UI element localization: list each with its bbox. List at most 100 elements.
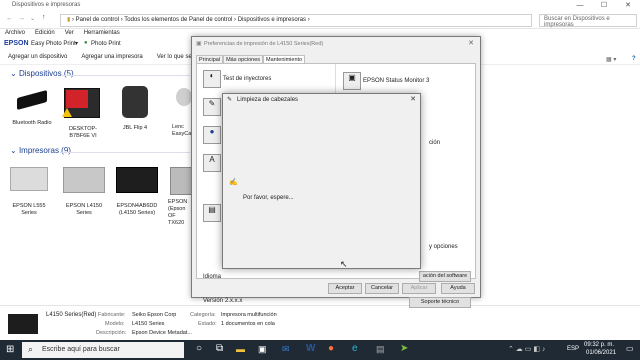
head-cleaning-icon[interactable]: ✎ bbox=[203, 98, 221, 116]
window-controls: — ☐ ✕ bbox=[568, 0, 640, 12]
cancel-button[interactable]: Cancelar bbox=[365, 283, 399, 294]
label-modelo: Modelo: bbox=[105, 321, 125, 327]
minimize-button[interactable]: — bbox=[568, 0, 592, 12]
value-modelo: L4150 Series bbox=[132, 321, 165, 327]
printer-icon bbox=[116, 167, 158, 193]
notification-icon[interactable]: ▭ bbox=[626, 344, 634, 353]
menu-herramientas[interactable]: Herramientas bbox=[84, 30, 120, 36]
cleaning-dialog-title: Limpieza de cabezales bbox=[237, 97, 299, 103]
chevron-down-icon[interactable]: ▾ bbox=[75, 40, 78, 47]
devices-section-title: Dispositivos (5) bbox=[18, 69, 74, 78]
status-monitor-label[interactable]: EPSON Status Monitor 3 bbox=[363, 78, 429, 84]
menu-edicion[interactable]: Edición bbox=[35, 30, 55, 36]
screen-image bbox=[66, 90, 88, 108]
nozzle-check-icon[interactable]: ◐ bbox=[203, 70, 221, 88]
window-titlebar: Dispositivos e impresoras — ☐ ✕ bbox=[0, 0, 640, 12]
printer-l555[interactable]: EPSON L555 Series bbox=[6, 165, 52, 217]
accept-button[interactable]: Aceptar bbox=[328, 283, 362, 294]
help-icon[interactable]: ? bbox=[632, 52, 636, 66]
printer-icon bbox=[63, 167, 105, 193]
wait-message: Por favor, espere... bbox=[243, 195, 294, 201]
nozzle-check-label[interactable]: Test de inyectores bbox=[223, 76, 271, 82]
close-icon[interactable]: ✕ bbox=[468, 39, 474, 47]
extended-settings-label: y opciones bbox=[429, 244, 458, 250]
file-explorer-icon[interactable]: ▬ bbox=[236, 344, 245, 354]
printer-label: EPSON L555 Series bbox=[12, 203, 46, 216]
crumb-devices[interactable]: Dispositivos e impresoras bbox=[238, 17, 306, 23]
print-queue-icon[interactable]: ▤ bbox=[203, 204, 221, 222]
device-jbl[interactable]: JBL Flip 4 bbox=[113, 86, 157, 136]
help-button[interactable]: Ayuda bbox=[441, 283, 475, 294]
view-options-icon[interactable]: ▦ ▾ bbox=[606, 53, 616, 67]
chevron-down-icon[interactable]: ⌄ bbox=[30, 15, 35, 22]
system-tray-icons[interactable]: ⌃ ☁ ▭ ◧ ♪ bbox=[508, 345, 545, 353]
tech-support-button[interactable]: Soporte técnico bbox=[409, 297, 471, 308]
dialog-title: Preferencias de impresión de L4150 Serie… bbox=[204, 41, 324, 47]
add-printer-button[interactable]: Agregar una impresora bbox=[81, 50, 142, 64]
warning-icon bbox=[62, 108, 72, 117]
printers-section-header[interactable]: ⌄ Impresoras (9) bbox=[10, 146, 71, 155]
cleaning-small-icon: ✎ bbox=[227, 97, 233, 103]
power-clean-icon[interactable]: ● bbox=[203, 126, 221, 144]
printer-epson-tx620[interactable]: EPSON (Epson OF TX620 bbox=[168, 165, 194, 233]
label-categoria: Categoría: bbox=[190, 312, 216, 318]
easy-photo-print-button[interactable]: Easy Photo Print bbox=[31, 41, 76, 47]
device-desktop[interactable]: DESKTOP-B7BF6E VI bbox=[60, 86, 106, 144]
alignment-icon[interactable]: A bbox=[203, 154, 221, 172]
taskbar-search-placeholder: Escribe aquí para buscar bbox=[42, 346, 120, 353]
label-descripcion: Descripción: bbox=[96, 330, 127, 336]
mouse-cursor-icon: ↖ bbox=[340, 259, 348, 269]
menu-archivo[interactable]: Archivo bbox=[5, 30, 25, 36]
devices-section-header[interactable]: ⌄ Dispositivos (5) bbox=[10, 69, 74, 78]
language-label: Idioma bbox=[203, 274, 222, 280]
epson-app-icon[interactable]: ➤ bbox=[400, 343, 408, 354]
printer-small-icon: ▣ bbox=[196, 41, 202, 47]
version-label: Versión bbox=[203, 298, 224, 304]
epson-logo: EPSON bbox=[4, 40, 29, 47]
clock-time[interactable]: 09:32 p. m. bbox=[584, 342, 614, 348]
mail-icon[interactable]: ✉ bbox=[282, 344, 290, 355]
label-estado: Estado: bbox=[198, 321, 217, 327]
crumb-panel[interactable]: Panel de control bbox=[76, 17, 119, 23]
language-indicator[interactable]: ESP bbox=[567, 346, 579, 352]
back-arrow-icon[interactable]: ← bbox=[6, 15, 13, 22]
printer-epson4ab6dd[interactable]: EPSON4AB6DD (L4150 Series) bbox=[112, 165, 162, 217]
windows-start-icon[interactable]: ⊞ bbox=[6, 344, 14, 355]
device-bluetooth[interactable]: Bluetooth Radio bbox=[10, 88, 54, 138]
task-view-icon[interactable]: ⧉ bbox=[216, 343, 223, 354]
forward-arrow-icon[interactable]: → bbox=[18, 15, 25, 22]
cortana-icon[interactable]: ○ bbox=[196, 343, 202, 354]
printer-taskbar-icon[interactable]: ▤ bbox=[376, 344, 385, 355]
value-estado: 1 documentos en cola bbox=[221, 321, 275, 327]
maximize-button[interactable]: ☐ bbox=[592, 0, 616, 12]
printer-icon bbox=[10, 167, 48, 191]
label-fabricante: Fabricante: bbox=[98, 312, 126, 318]
software-update-button[interactable]: ación del software bbox=[419, 271, 471, 282]
word-icon[interactable]: W bbox=[306, 343, 315, 354]
section-divider bbox=[62, 75, 190, 76]
value-fabricante: Seiko Epson Corp bbox=[132, 312, 177, 318]
add-device-button[interactable]: Agregar un dispositivo bbox=[8, 50, 67, 64]
up-arrow-icon[interactable]: ↑ bbox=[42, 14, 46, 21]
photo-print-button[interactable]: Photo Print bbox=[91, 41, 121, 47]
close-icon[interactable]: ✕ bbox=[410, 95, 416, 103]
apply-button[interactable]: Aplicar bbox=[402, 283, 436, 294]
close-button[interactable]: ✕ bbox=[616, 0, 640, 12]
store-icon[interactable]: ▣ bbox=[258, 344, 267, 355]
device-label: Lenc EasyCa bbox=[172, 124, 192, 137]
speaker-icon bbox=[122, 86, 148, 118]
firefox-icon[interactable]: ● bbox=[328, 343, 334, 354]
clock-date[interactable]: 01/06/2021 bbox=[586, 350, 616, 356]
printer-label: EPSON (Epson OF TX620 bbox=[168, 199, 188, 226]
edge-icon[interactable]: e bbox=[352, 343, 358, 354]
address-bar[interactable]: ▮ › Panel de control › Todos los element… bbox=[60, 14, 532, 27]
version-value: 2.x.x.x bbox=[225, 298, 243, 304]
search-input[interactable]: Buscar en Dispositivos e impresoras bbox=[539, 14, 637, 28]
printer-l4150[interactable]: EPSON L4150 Series bbox=[60, 165, 108, 217]
taskbar-search-input[interactable]: ⌕ Escribe aquí para buscar bbox=[22, 342, 184, 358]
device-webcam[interactable]: Lenc EasyCa bbox=[172, 86, 192, 146]
status-monitor-icon[interactable]: ▣ bbox=[343, 72, 361, 90]
crumb-all[interactable]: Todos los elementos de Panel de control bbox=[124, 17, 232, 23]
webcam-icon bbox=[176, 88, 192, 106]
menu-ver[interactable]: Ver bbox=[65, 30, 74, 36]
